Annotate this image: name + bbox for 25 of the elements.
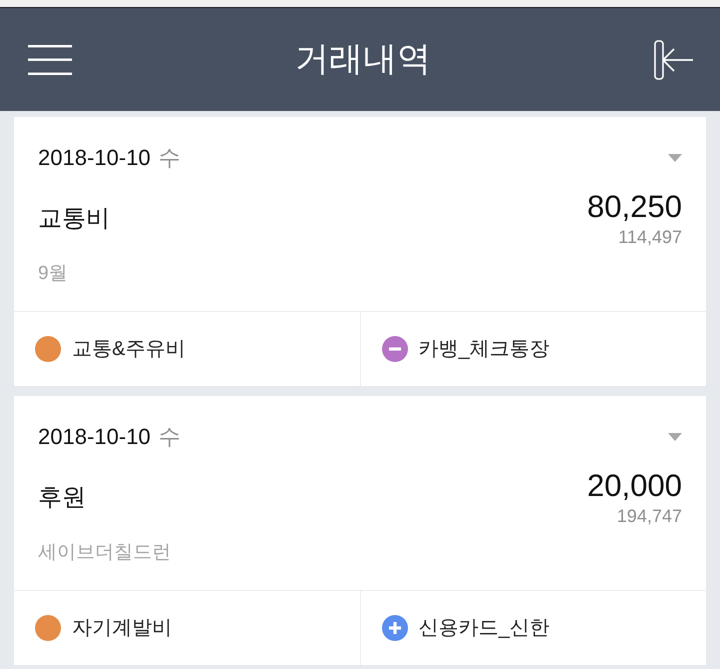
caret-icon	[668, 154, 682, 162]
balance-text: 114,497	[617, 226, 682, 249]
date-text: 2018-10-10	[38, 423, 151, 451]
transaction-title: 교통비	[38, 204, 110, 234]
amount-text: 20,000	[587, 468, 682, 504]
weekday-text: 수	[158, 144, 181, 172]
menu-button[interactable]	[28, 44, 72, 74]
account-label: 카뱅_체크통장	[418, 337, 550, 362]
balance-text: 194,747	[616, 505, 682, 528]
menu-icon	[28, 44, 72, 74]
transaction-title: 후원	[38, 483, 86, 513]
transaction-card[interactable]: 2018-10-10 수 교통비 80,250 114,497 9월 교통&주유비 카뱅_체크통장	[14, 117, 706, 386]
memo-text: 세이브더칠드런	[38, 541, 171, 565]
arrow-to-bar-icon	[654, 40, 694, 80]
weekday-text: 수	[158, 423, 181, 451]
category-label: 교통&주유비	[72, 337, 186, 362]
date-text: 2018-10-10	[38, 144, 151, 172]
transaction-card[interactable]: 2018-10-10 수 후원 20,000 194,747 세이브더칠드런 자기계발비 신용카드_신한	[14, 396, 706, 665]
page-title: 거래내역	[295, 39, 431, 80]
memo-text: 9월	[38, 262, 68, 286]
account-label: 신용카드_신한	[418, 616, 550, 641]
collapse-button[interactable]	[654, 40, 694, 80]
amount-text: 80,250	[587, 189, 682, 225]
category-label: 자기계발비	[72, 616, 172, 641]
caret-icon	[668, 433, 682, 441]
